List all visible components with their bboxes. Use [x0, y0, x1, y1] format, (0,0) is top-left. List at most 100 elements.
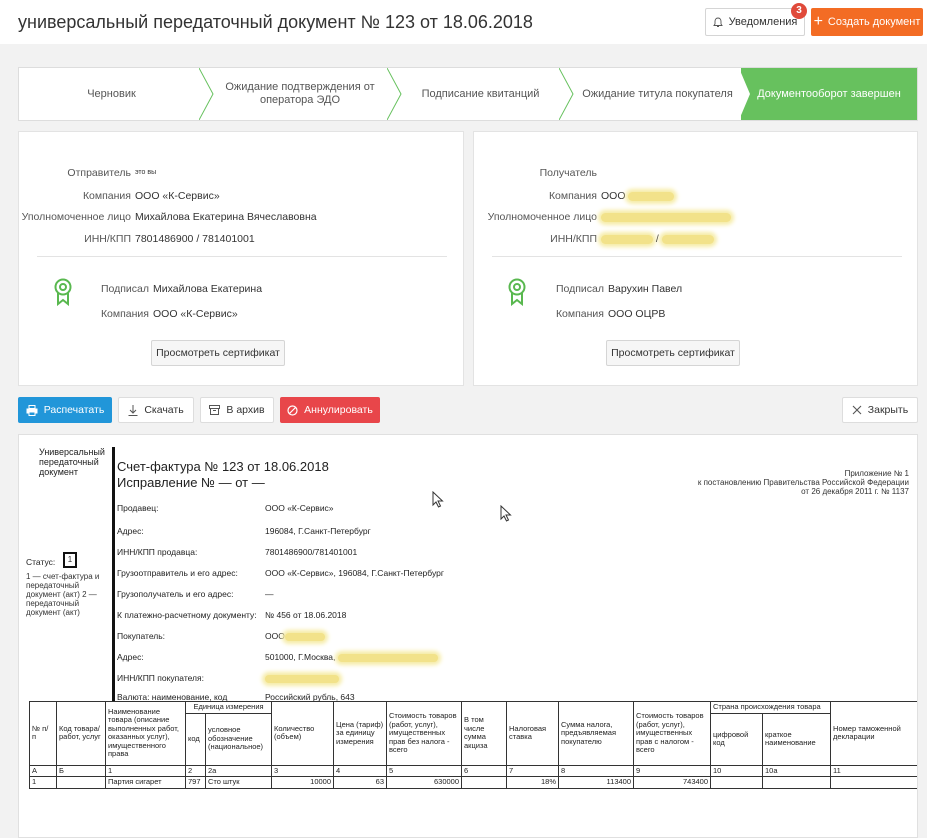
redacted-mark	[661, 234, 714, 244]
field-label: Адрес:	[117, 526, 144, 536]
print-button[interactable]: Распечатать	[18, 397, 112, 423]
archive-button[interactable]: В архив	[200, 397, 274, 423]
field-value: 501000, Г.Москва,	[265, 652, 438, 662]
receiver-company-text: ООО	[601, 190, 626, 202]
appendix-line-2: к постановлению Правительства Российской…	[697, 478, 909, 487]
field-value: ООО «К-Сервис»	[265, 503, 334, 513]
print-label: Распечатать	[43, 404, 105, 416]
create-document-button[interactable]: + Создать документ	[811, 8, 923, 36]
table-cell: 63	[333, 776, 388, 789]
sender-company-label: Компания	[82, 190, 131, 202]
receiver-signed-label: Подписал	[555, 283, 604, 295]
receiver-company: ООО	[601, 190, 675, 202]
bell-icon	[712, 17, 723, 27]
index-cell: 3	[271, 764, 335, 777]
buyer-name: ООО	[265, 631, 285, 641]
redacted-mark	[601, 234, 653, 244]
document-type: Универсальный передаточный документ	[39, 447, 105, 477]
field-value: 196084, Г.Санкт-Петербург	[265, 526, 371, 536]
header-cell: Код товара/ работ, услуг	[56, 701, 106, 766]
index-cell: 10а	[762, 764, 832, 777]
status-value: 1	[63, 552, 77, 568]
close-button[interactable]: Закрыть	[842, 397, 918, 423]
table-cell: 10000	[271, 776, 335, 789]
table-cell: 797	[185, 776, 206, 789]
sender-inn-label: ИНН/КПП	[84, 233, 131, 245]
receiver-inn-separator: /	[655, 233, 659, 245]
redacted-mark	[265, 674, 339, 683]
step-separator	[387, 68, 402, 120]
index-cell: 10	[710, 764, 764, 777]
table-index-row: А Б 1 2 2а 3 4 5 6 7 8 9 10 10а 11	[29, 764, 917, 777]
index-cell: 11	[830, 764, 917, 777]
header-cell: Стоимость товаров (работ, услуг), имущес…	[386, 701, 463, 766]
annul-button[interactable]: Аннулировать	[280, 397, 380, 423]
document-preview: Универсальный передаточный документ Счет…	[18, 434, 918, 838]
index-cell: 9	[633, 764, 712, 777]
status-note: 1 — счет-фактура и передаточный документ…	[26, 572, 100, 617]
archive-icon	[209, 405, 221, 415]
field-label: Адрес:	[117, 652, 144, 662]
download-label: Скачать	[144, 404, 184, 416]
header-cell: краткое наименование	[762, 712, 832, 766]
field-label: Продавец:	[117, 503, 159, 513]
workflow-steps: Черновик Ожидание подтверждения от опера…	[18, 67, 918, 121]
header-cell: Стоимость товаров (работ, услуг), имущес…	[633, 701, 712, 766]
divider	[492, 256, 902, 257]
download-button[interactable]: Скачать	[118, 397, 194, 423]
table-cell	[461, 776, 508, 789]
header-cell: условное обозначение (национальное)	[204, 712, 273, 766]
table-cell: 630000	[386, 776, 463, 789]
notifications-label: Уведомления	[728, 16, 798, 28]
notifications-button[interactable]: Уведомления 3	[705, 3, 807, 36]
download-icon	[128, 404, 138, 416]
status-label: Статус:	[26, 557, 56, 567]
header-cell: Номер таможенной декларации	[830, 701, 917, 766]
receiver-title-label: Получатель	[539, 167, 597, 179]
top-header: универсальный передаточный документ № 12…	[0, 0, 927, 44]
header-cell: Сумма налога, предъявляемая покупателю	[558, 701, 635, 766]
step-buyer-title: Ожидание титула покупателя	[575, 68, 740, 120]
annul-label: Аннулировать	[304, 404, 373, 416]
redacted-mark	[601, 212, 731, 222]
sender-card: Отправитель это вы Компания ООО «К-Серви…	[18, 131, 464, 386]
header-cell: В том числе сумма акциза	[461, 701, 508, 766]
table-cell: Партия сигарет	[105, 776, 186, 789]
create-document-label: Создать документ	[827, 16, 921, 28]
sender-sign-company: ООО «К-Сервис»	[153, 308, 238, 320]
index-cell: 5	[386, 764, 463, 777]
close-label: Закрыть	[867, 404, 909, 416]
field-label: К платежно-расчетному документу:	[117, 610, 257, 620]
ban-icon	[287, 404, 298, 416]
header-cell: Налоговая ставка	[506, 701, 560, 766]
view-certificate-button[interactable]: Просмотреть сертификат	[606, 340, 740, 366]
buyer-address: 501000, Г.Москва,	[265, 652, 336, 662]
receiver-inn-label: ИНН/КПП	[550, 233, 597, 245]
archive-label: В архив	[226, 404, 265, 416]
header-cell: Страна происхождения товара	[710, 701, 832, 714]
receiver-sign-company-label: Компания	[555, 308, 604, 320]
field-value	[265, 673, 339, 683]
mouse-cursor-icon	[500, 505, 512, 522]
step-label: Документооборот завершен	[757, 88, 901, 100]
field-label: Грузоотправитель и его адрес:	[117, 568, 238, 578]
table-cell: 1	[29, 776, 57, 789]
table-cell: 743400	[633, 776, 712, 789]
sender-company: ООО «К-Сервис»	[135, 190, 220, 202]
table-cell: 18%	[506, 776, 560, 789]
header-cell: Количество (объем)	[271, 701, 335, 766]
index-cell: 1	[105, 764, 186, 777]
sender-signed: Михайлова Екатерина	[153, 283, 263, 295]
step-operator-confirmation: Ожидание подтверждения от оператора ЭДО	[215, 68, 385, 120]
close-icon	[852, 405, 862, 415]
receiver-inn: /	[601, 233, 714, 245]
receiver-company-label: Компания	[548, 190, 597, 202]
view-certificate-button[interactable]: Просмотреть сертификат	[151, 340, 285, 366]
step-label: Подписание квитанций	[421, 87, 540, 100]
index-cell: 6	[461, 764, 508, 777]
step-draft: Черновик	[19, 68, 204, 120]
table-cell	[762, 776, 832, 789]
step-separator	[199, 68, 214, 120]
appendix-line-1: Приложение № 1	[844, 469, 909, 478]
step-workflow-completed: Документооборот завершен	[741, 68, 917, 120]
